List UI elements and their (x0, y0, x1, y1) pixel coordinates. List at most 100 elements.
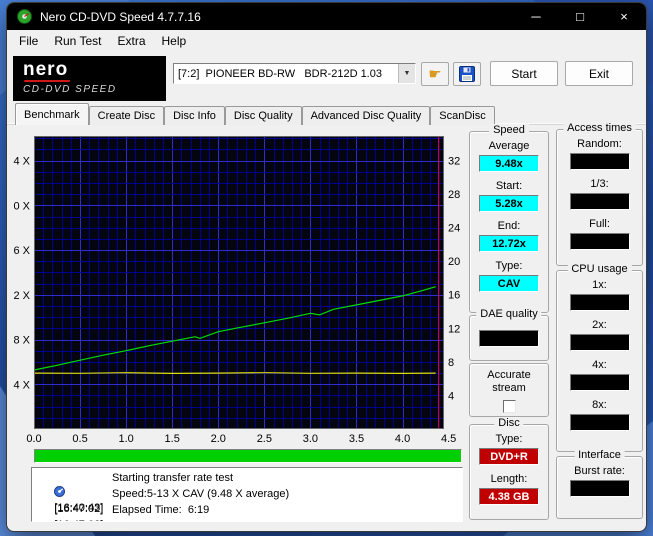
minimize-button[interactable]: ─ (514, 3, 558, 30)
one-third-access-value (570, 193, 630, 210)
svg-text:2.0: 2.0 (211, 433, 226, 444)
nero-swoosh (24, 80, 70, 82)
start-button[interactable]: Start (490, 61, 558, 86)
nero-brand-text: nero (23, 60, 156, 80)
close-button[interactable]: × (602, 3, 646, 30)
drive-select[interactable]: [7:2] PIONEER BD-RW BDR-212D 1.03 ▼ (173, 63, 416, 84)
drive-select-value: [7:2] PIONEER BD-RW BDR-212D 1.03 (174, 68, 398, 80)
disc-type-row: Type: DVD+R (470, 433, 548, 465)
tab-disc-info[interactable]: Disc Info (164, 106, 225, 125)
access-one-third-row: 1/3: (557, 178, 642, 210)
close-icon: × (620, 9, 628, 24)
window-title: Nero CD-DVD Speed 4.7.7.16 (40, 10, 201, 24)
disc-length-row: Length: 4.38 GB (470, 473, 548, 505)
access-random-row: Random: (557, 138, 642, 170)
drive-select-arrow[interactable]: ▼ (398, 64, 415, 83)
menu-run-test[interactable]: Run Test (46, 31, 109, 51)
accurate-stream-label-line1: Accurate (470, 369, 548, 382)
window-controls: ─ □ × (514, 3, 646, 30)
speed-average-row: Average 9.48x (470, 140, 548, 172)
hand-disc-icon: ☛ (428, 67, 441, 82)
burst-rate-row: Burst rate: (557, 465, 642, 497)
cpu-8x-value (570, 414, 630, 431)
tab-create-disc[interactable]: Create Disc (89, 106, 164, 125)
cpu-usage-title: CPU usage (567, 263, 631, 275)
save-results-button[interactable] (453, 62, 481, 86)
nero-product-text: CD-DVD SPEED (23, 84, 156, 95)
interface-panel: Interface Burst rate: (556, 456, 643, 519)
end-speed-value: 12.72x (479, 235, 539, 252)
svg-text:2.5: 2.5 (257, 433, 272, 444)
dae-quality-value (479, 330, 539, 347)
titlebar: Nero CD-DVD Speed 4.7.7.16 ─ □ × (7, 3, 646, 30)
log-entry: [16:40:43] Starting transfer rate test (36, 471, 458, 487)
maximize-button[interactable]: □ (558, 3, 602, 30)
disc-panel-title: Disc (494, 417, 523, 429)
progress-bar (34, 449, 462, 463)
svg-text:4: 4 (448, 390, 454, 402)
svg-text:4.5: 4.5 (441, 433, 456, 444)
accurate-stream-panel: Accurate stream (469, 363, 549, 417)
access-times-panel: Access times Random: 1/3: Full: (556, 129, 643, 266)
benchmark-chart: 4 X8 X12 X16 X20 X24 X481216202428320.00… (13, 129, 465, 444)
full-access-label: Full: (557, 218, 642, 230)
speed-type-value: CAV (479, 275, 539, 292)
exit-button[interactable]: Exit (565, 61, 633, 86)
log-time: [16:47:02] (54, 519, 103, 522)
log-message: Speed:5-13 X CAV (9.48 X average) (112, 487, 289, 502)
cpu-8x-label: 8x: (557, 399, 642, 411)
menu-extra[interactable]: Extra (109, 31, 153, 51)
speed-start-row: Start: 5.28x (470, 180, 548, 212)
menu-help[interactable]: Help (154, 31, 195, 51)
svg-text:20 X: 20 X (13, 200, 31, 212)
interface-title: Interface (574, 449, 625, 461)
app-icon (17, 9, 32, 24)
menu-file[interactable]: File (11, 31, 46, 51)
svg-text:32: 32 (448, 155, 460, 167)
burst-rate-value (570, 480, 630, 497)
maximize-icon: □ (576, 9, 584, 24)
disc-length-value: 4.38 GB (479, 488, 539, 505)
svg-text:4 X: 4 X (13, 379, 30, 391)
speed-panel: Speed Average 9.48x Start: 5.28x End: 12… (469, 131, 549, 313)
disc-length-label: Length: (470, 473, 548, 485)
cpu-2x-value (570, 334, 630, 351)
dae-quality-title: DAE quality (476, 308, 541, 320)
svg-text:1.0: 1.0 (118, 433, 133, 444)
average-speed-value: 9.48x (479, 155, 539, 172)
access-times-title: Access times (563, 122, 636, 134)
cpu-8x-row: 8x: (557, 399, 642, 431)
svg-text:4.0: 4.0 (395, 433, 410, 444)
eject-disc-button[interactable]: ☛ (421, 62, 449, 86)
minimize-icon: ─ (531, 9, 540, 24)
svg-text:8: 8 (448, 357, 454, 369)
svg-text:12 X: 12 X (13, 290, 31, 302)
speed-end-row: End: 12.72x (470, 220, 548, 252)
svg-text:12: 12 (448, 323, 460, 335)
average-label: Average (470, 140, 548, 152)
app-window: Nero CD-DVD Speed 4.7.7.16 ─ □ × File Ru… (6, 2, 647, 532)
tab-advanced-disc-quality[interactable]: Advanced Disc Quality (302, 106, 431, 125)
start-label: Start: (470, 180, 548, 192)
disc-type-label: Type: (470, 433, 548, 445)
log-entry: [16:47:02] Elapsed Time: 6:19 (36, 503, 458, 519)
floppy-icon (459, 66, 475, 82)
menubar: File Run Test Extra Help (7, 30, 646, 52)
svg-text:16 X: 16 X (13, 245, 31, 257)
one-third-access-label: 1/3: (557, 178, 642, 190)
svg-text:20: 20 (448, 256, 460, 268)
svg-text:0.0: 0.0 (26, 433, 41, 444)
random-access-value (570, 153, 630, 170)
burst-rate-label: Burst rate: (557, 465, 642, 477)
tab-disc-quality[interactable]: Disc Quality (225, 106, 302, 125)
tab-scandisc[interactable]: ScanDisc (430, 106, 494, 125)
cpu-4x-row: 4x: (557, 359, 642, 391)
log-panel: [16:40:43] Starting transfer rate test [… (31, 467, 463, 522)
svg-text:3.0: 3.0 (303, 433, 318, 444)
accurate-stream-checkbox[interactable] (503, 400, 516, 413)
svg-text:16: 16 (448, 290, 460, 302)
svg-text:28: 28 (448, 189, 460, 201)
disc-type-value: DVD+R (479, 448, 539, 465)
tab-benchmark[interactable]: Benchmark (15, 103, 89, 125)
log-message: Starting transfer rate test (112, 471, 233, 486)
